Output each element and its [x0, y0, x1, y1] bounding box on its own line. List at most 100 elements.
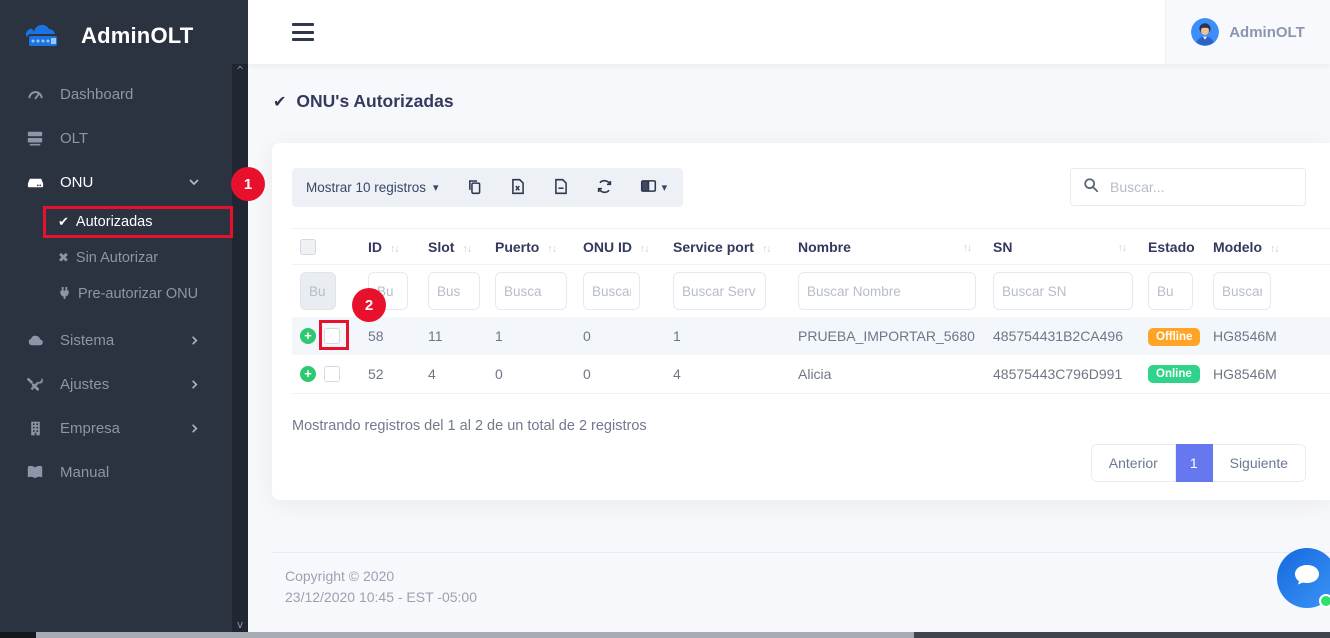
sort-icon[interactable]: ↑↓ — [1270, 243, 1279, 255]
chat-button[interactable] — [1277, 548, 1330, 608]
cell-nombre: PRUEBA_IMPORTAR_5680 — [790, 317, 985, 355]
check-icon: ✔ — [273, 92, 286, 112]
user-menu[interactable]: AdminOLT — [1165, 0, 1330, 64]
sidebar-item-ajustes[interactable]: Ajustes — [0, 362, 248, 406]
toolbar-chip: Mostrar 10 registros ▾ — [292, 168, 683, 207]
sort-icon[interactable]: ↑↓ — [547, 243, 556, 255]
sort-icon[interactable]: ↑↓ — [762, 243, 771, 255]
sidebar-item-dashboard[interactable]: Dashboard — [0, 72, 248, 116]
column-header-puerto[interactable]: Puerto↑↓ — [487, 229, 575, 265]
menu-toggle-button[interactable] — [292, 23, 314, 41]
excel-icon — [510, 178, 526, 198]
filter-puerto-input[interactable] — [495, 272, 567, 310]
page-title: ONU's Autorizadas — [296, 91, 453, 112]
sidebar-item-onu[interactable]: ONU — [0, 160, 248, 204]
filter-nombre-input[interactable] — [798, 272, 976, 310]
status-badge: Online — [1148, 365, 1200, 383]
sidebar-item-label: ONU — [60, 174, 93, 191]
filter-sn-input[interactable] — [993, 272, 1133, 310]
dashboard-icon — [25, 85, 45, 104]
column-header-modelo[interactable]: Modelo↑↓ — [1205, 229, 1330, 265]
expand-row-button[interactable]: + — [300, 328, 316, 344]
select-all-checkbox[interactable] — [300, 239, 316, 255]
avatar — [1191, 18, 1219, 46]
status-badge: Offline — [1148, 328, 1200, 346]
chevron-right-icon — [189, 335, 200, 346]
scroll-up-icon[interactable]: ^ — [237, 66, 244, 76]
brand-logo[interactable]: AdminOLT — [0, 0, 248, 72]
horizontal-scrollbar[interactable] — [0, 632, 1330, 638]
topbar: AdminOLT — [248, 0, 1330, 64]
column-header-slot[interactable]: Slot↑↓ — [420, 229, 487, 265]
cell-onu-id: 0 — [575, 317, 665, 355]
sort-icon[interactable]: ↑↓ — [390, 243, 399, 255]
table-row: + 58 11 1 0 1 PRUEBA_IMPORTAR_5680 48575… — [292, 317, 1330, 355]
column-header-sn[interactable]: SN↑↓ — [985, 229, 1140, 265]
table-info: Mostrando registros del 1 al 2 de un tot… — [292, 418, 1330, 434]
sort-icon[interactable]: ↑↓ — [1118, 242, 1127, 254]
scrollbar-corner — [0, 632, 36, 638]
cell-sn: 485754431B2CA496 — [985, 317, 1140, 355]
filter-estado-input[interactable] — [1148, 272, 1193, 310]
brand-logo-icon — [20, 18, 72, 55]
file-export-button[interactable] — [553, 178, 569, 198]
pagination-next-button[interactable]: Siguiente — [1213, 444, 1306, 482]
cell-nombre: Alicia — [790, 355, 985, 393]
sidebar-item-olt[interactable]: OLT — [0, 116, 248, 160]
cell-sn: 48575443C796D991 — [985, 355, 1140, 393]
cell-service-port: 1 — [665, 317, 790, 355]
onu-device-icon — [25, 173, 45, 192]
excel-export-button[interactable] — [510, 178, 526, 198]
x-icon: ✖ — [58, 250, 69, 266]
row-checkbox[interactable] — [324, 366, 340, 382]
sidebar: AdminOLT Dashboard OLT ONU — [0, 0, 248, 632]
sidebar-item-empresa[interactable]: Empresa — [0, 406, 248, 450]
sort-icon[interactable]: ↑↓ — [963, 242, 972, 254]
filter-onu-id-input[interactable] — [583, 272, 640, 310]
table-filter-row — [292, 265, 1330, 318]
cell-puerto: 1 — [487, 317, 575, 355]
copy-button[interactable] — [466, 178, 483, 198]
sidebar-item-label: Sistema — [60, 332, 114, 349]
chevron-right-icon — [189, 379, 200, 390]
plug-icon — [58, 286, 71, 302]
cell-onu-id: 0 — [575, 355, 665, 393]
book-icon — [25, 463, 45, 481]
expand-row-button[interactable]: + — [300, 366, 316, 382]
copy-icon — [466, 178, 483, 198]
filter-modelo-input[interactable] — [1213, 272, 1271, 310]
sidebar-item-pre-autorizar[interactable]: Pre-autorizar ONU — [0, 276, 248, 312]
pagination: Anterior 1 Siguiente — [1091, 444, 1306, 482]
filter-service-port-input[interactable] — [673, 272, 766, 310]
sidebar-scrollbar[interactable]: ^ v — [232, 64, 248, 632]
chat-icon — [1292, 562, 1322, 595]
columns-icon — [640, 178, 657, 197]
search-input[interactable] — [1110, 179, 1293, 195]
sidebar-item-label: Ajustes — [60, 376, 109, 393]
pagination-page-button[interactable]: 1 — [1176, 444, 1213, 482]
refresh-button[interactable] — [596, 178, 613, 198]
cell-puerto: 0 — [487, 355, 575, 393]
pagination-prev-button[interactable]: Anterior — [1091, 444, 1176, 482]
filter-slot-input[interactable] — [428, 272, 480, 310]
column-header-estado[interactable]: Estado — [1140, 229, 1205, 265]
page-length-dropdown[interactable]: Mostrar 10 registros ▾ — [306, 180, 439, 195]
footer-datetime: 23/12/2020 10:45 - EST -05:00 — [285, 587, 1330, 608]
column-header-nombre[interactable]: Nombre↑↓ — [790, 229, 985, 265]
table-toolbar: Mostrar 10 registros ▾ — [272, 143, 1330, 207]
column-visibility-button[interactable]: ▾ — [640, 178, 668, 197]
cloud-icon — [25, 331, 45, 350]
app-window: AdminOLT Dashboard OLT ONU — [0, 0, 1330, 638]
column-header-onu-id[interactable]: ONU ID↑↓ — [575, 229, 665, 265]
sidebar-item-sistema[interactable]: Sistema — [0, 318, 248, 362]
column-header-service-port[interactable]: Service port↑↓ — [665, 229, 790, 265]
horizontal-scrollbar-thumb[interactable] — [36, 632, 914, 638]
sidebar-item-sin-autorizar[interactable]: ✖ Sin Autorizar — [0, 240, 248, 276]
sort-icon[interactable]: ↑↓ — [462, 243, 471, 255]
sort-icon[interactable]: ↑↓ — [640, 243, 649, 255]
annotation-box-autorizadas — [43, 206, 233, 238]
filter-select-input — [300, 272, 336, 310]
column-header-id[interactable]: ID↑↓ — [360, 229, 420, 265]
scroll-down-icon[interactable]: v — [237, 620, 244, 630]
sidebar-item-manual[interactable]: Manual — [0, 450, 248, 494]
